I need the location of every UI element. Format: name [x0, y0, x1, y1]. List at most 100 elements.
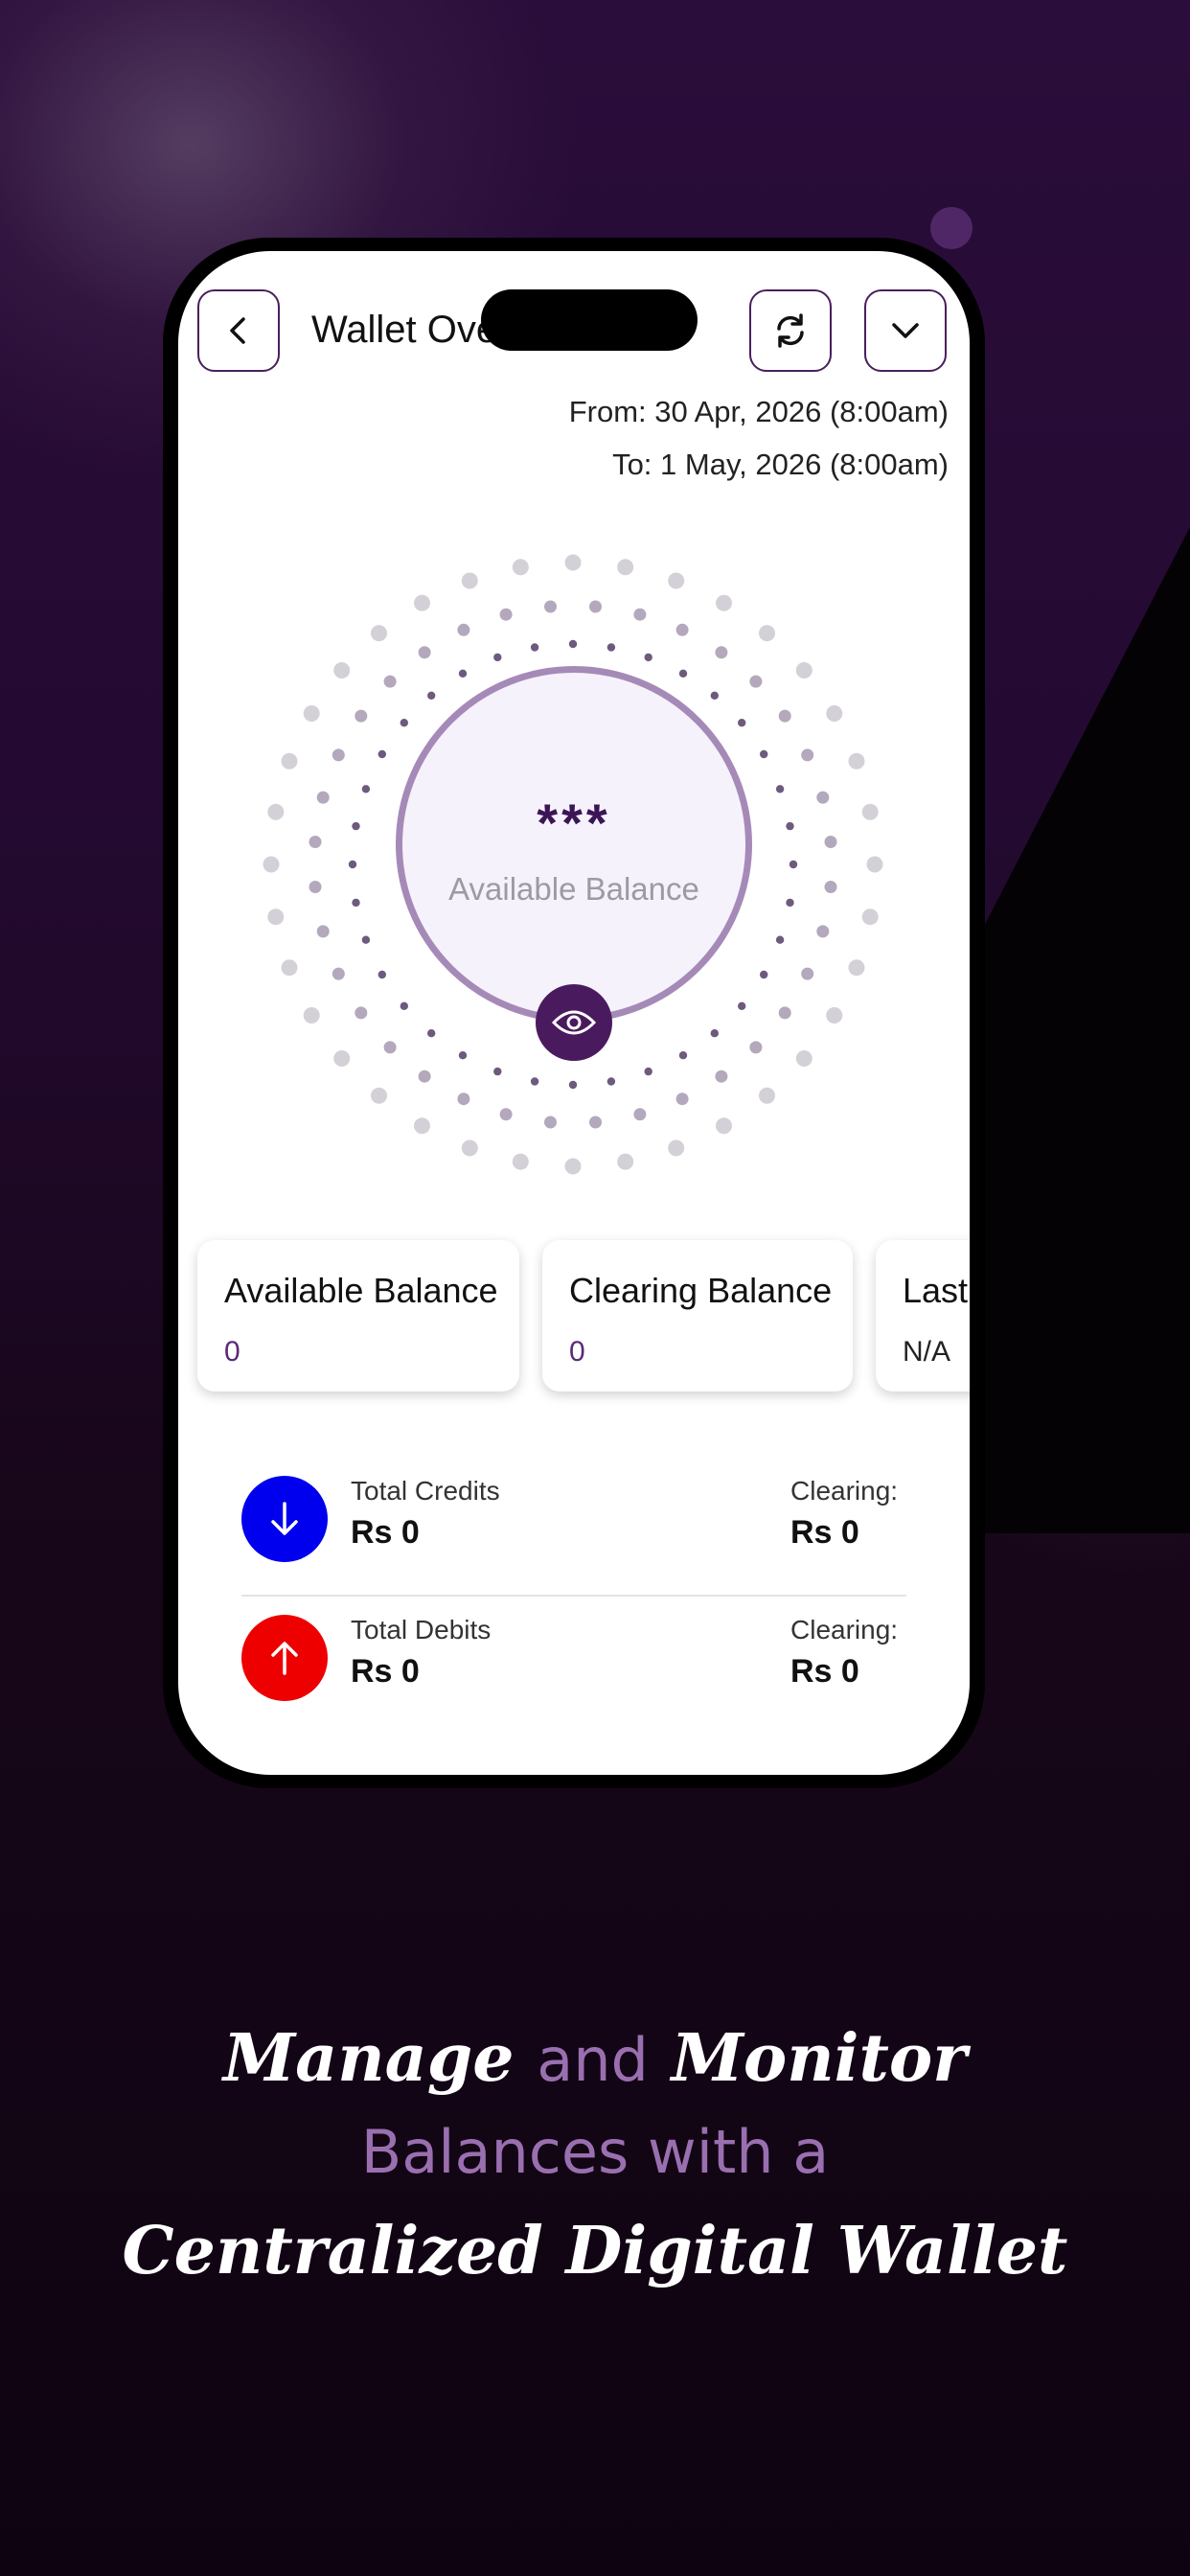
- ring-dot: [749, 675, 763, 688]
- ring-dot: [801, 967, 814, 980]
- ring-dot: [499, 1108, 513, 1121]
- ring-dot: [332, 967, 345, 980]
- ring-dot: [710, 1029, 719, 1038]
- ring-dot: [400, 1001, 408, 1010]
- ring-dot: [493, 1067, 502, 1076]
- ring-dot: [675, 623, 689, 636]
- ring-dot: [309, 881, 322, 893]
- ring-dot: [427, 1029, 436, 1038]
- ring-dot: [352, 898, 360, 908]
- back-button[interactable]: [197, 289, 280, 372]
- ring-dot: [606, 643, 616, 652]
- ring-dot: [716, 594, 732, 611]
- refresh-button[interactable]: [749, 289, 832, 372]
- tagline-line-2: Balances with a: [360, 2117, 830, 2187]
- ring-dot: [738, 719, 746, 727]
- ring-dot: [530, 643, 539, 652]
- eye-icon: [551, 1010, 597, 1035]
- ring-dot: [675, 1092, 689, 1106]
- ring-dot: [333, 662, 351, 678]
- balance-label: Available Balance: [448, 870, 699, 907]
- ring-dot: [512, 1153, 529, 1170]
- ring-dot: [775, 935, 785, 944]
- debit-icon-badge: [241, 1615, 328, 1701]
- promo-tagline: Manage and Monitor Balances with a Centr…: [0, 2012, 1190, 2304]
- ring-dot: [361, 935, 371, 944]
- ring-dot: [461, 1139, 478, 1157]
- ring-dot: [303, 1007, 320, 1024]
- ring-dot: [668, 572, 685, 589]
- ring-dot: [458, 669, 468, 678]
- arrow-up-icon: [271, 1642, 298, 1675]
- ring-dot: [267, 803, 285, 820]
- toggle-visibility-button[interactable]: [536, 984, 612, 1061]
- txn-row-debits: Total Debits Rs 0 Clearing: Rs 0: [241, 1599, 906, 1724]
- ring-dot: [499, 608, 513, 621]
- ring-dot: [778, 709, 791, 723]
- ring-dot: [826, 1007, 843, 1024]
- ring-dot: [530, 1077, 539, 1086]
- ring-dot: [457, 623, 470, 636]
- tagline-word-and: and: [537, 2025, 649, 2095]
- ring-dot: [414, 1117, 430, 1135]
- phone-frame: Wallet Overview From: 30 Apr, 2026 (8:00…: [163, 238, 985, 1788]
- ring-dot: [383, 675, 397, 688]
- ring-dot: [760, 749, 768, 759]
- txn-row-credits: Total Credits Rs 0 Clearing: Rs 0: [241, 1460, 906, 1585]
- ring-dot: [633, 608, 647, 621]
- dropdown-button[interactable]: [864, 289, 947, 372]
- refresh-icon: [777, 313, 804, 348]
- ring-dot: [716, 1117, 732, 1135]
- ring-dot: [263, 856, 280, 873]
- ring-dot: [458, 1051, 468, 1060]
- ring-dot: [427, 691, 436, 700]
- ring-dot: [361, 785, 371, 794]
- ring-dot: [589, 1116, 602, 1129]
- tagline-line-1: Manage and Monitor: [0, 2012, 1190, 2106]
- card-clearing-balance[interactable]: Clearing Balance 0: [542, 1240, 853, 1392]
- ring-dot: [568, 639, 578, 649]
- ring-dot: [801, 748, 814, 762]
- ring-dot: [715, 646, 728, 659]
- ring-dot: [759, 625, 775, 642]
- ring-dot: [378, 970, 386, 979]
- card-last[interactable]: Last N/A: [876, 1240, 970, 1392]
- balance-circle: *** Available Balance: [396, 666, 752, 1023]
- ring-dot: [678, 1051, 688, 1060]
- ring-dot: [786, 821, 794, 831]
- card-title: Available Balance: [224, 1271, 498, 1310]
- card-value: 0: [569, 1336, 585, 1368]
- ring-dot: [564, 554, 582, 571]
- ring-dot: [861, 803, 879, 820]
- credit-icon-badge: [241, 1476, 328, 1562]
- ring-dot: [775, 785, 785, 794]
- ring-dot: [786, 898, 794, 908]
- ring-dot: [824, 836, 837, 848]
- ring-dot: [461, 572, 478, 589]
- ring-dot: [715, 1070, 728, 1083]
- divider: [241, 1595, 906, 1597]
- date-range: From: 30 Apr, 2026 (8:00am) To: 1 May, 2…: [569, 385, 949, 491]
- ring-dot: [332, 748, 345, 762]
- ring-dot: [606, 1077, 616, 1086]
- ring-dot: [352, 821, 360, 831]
- ring-dot: [668, 1139, 685, 1157]
- ring-dot: [512, 559, 529, 576]
- ring-dot: [371, 625, 387, 642]
- txn-clearing-amount: Rs 0: [790, 1514, 859, 1551]
- ring-dot: [303, 705, 320, 722]
- ring-dot: [710, 691, 719, 700]
- txn-label: Total Credits: [351, 1476, 500, 1506]
- txn-clearing-amount: Rs 0: [790, 1653, 859, 1690]
- ring-dot: [281, 959, 298, 977]
- ring-dot: [544, 1116, 557, 1129]
- txn-amount: Rs 0: [351, 1653, 420, 1690]
- txn-clearing-label: Clearing:: [790, 1615, 899, 1644]
- ring-dot: [826, 705, 843, 722]
- card-available-balance[interactable]: Available Balance 0: [197, 1240, 519, 1392]
- ring-dot: [866, 856, 883, 873]
- ring-dot: [378, 749, 386, 759]
- ring-dot: [795, 1050, 812, 1067]
- ring-dot: [738, 1001, 746, 1010]
- ring-dot: [816, 925, 830, 938]
